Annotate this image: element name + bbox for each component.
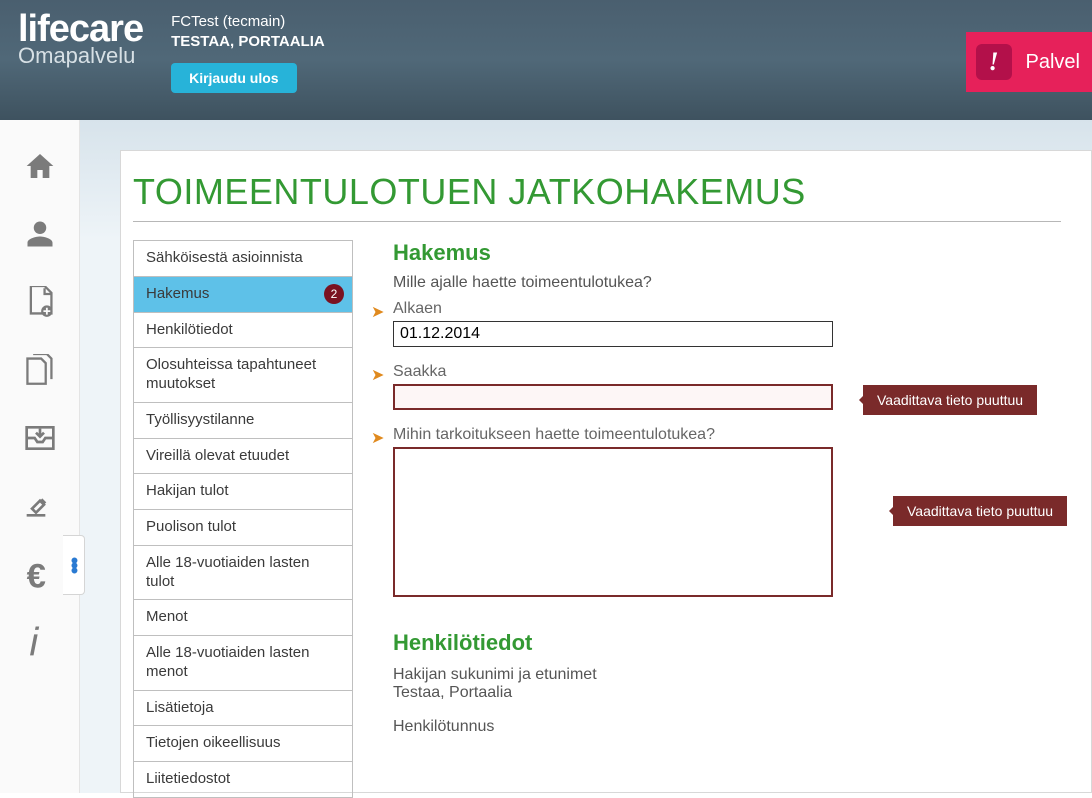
name-label: Hakijan sukunimi ja etunimet	[393, 666, 1091, 684]
ssn-label: Henkilötunnus	[393, 718, 1091, 736]
logo-main: lifecare	[18, 12, 143, 46]
svg-text:€: €	[26, 558, 45, 590]
nav-item-hakemus[interactable]: Hakemus 2	[134, 277, 352, 313]
logo-sub: Omapalvelu	[18, 43, 143, 69]
nav-item-lisatietoja[interactable]: Lisätietoja	[134, 691, 352, 727]
to-label: Saakka	[393, 363, 1091, 381]
content-card: TOIMEENTULOTUEN JATKOHAKEMUS Sähköisestä…	[120, 150, 1092, 793]
alert-box[interactable]: ! Palvel	[966, 32, 1092, 92]
question-period: Mille ajalle haette toimeentulotukea?	[393, 274, 1091, 292]
purpose-label: Mihin tarkoitukseen haette toimeentulotu…	[393, 426, 1091, 444]
nav-item-lasten-tulot[interactable]: Alle 18-vuotiaiden lasten tulot	[134, 546, 352, 601]
nav-item-lasten-menot[interactable]: Alle 18-vuotiaiden lasten menot	[134, 636, 352, 691]
euro-icon[interactable]: €	[22, 556, 58, 592]
main-area: € i ••• TOIMEENTULOTUEN JATKOHAKEMUS Säh…	[0, 120, 1092, 793]
from-input[interactable]	[393, 321, 833, 347]
nav-item-sahkoisesta[interactable]: Sähköisestä asioinnista	[134, 241, 352, 277]
documents-icon[interactable]	[22, 352, 58, 388]
alert-icon: !	[976, 44, 1012, 80]
bullet-icon: ➤	[371, 428, 384, 448]
new-document-icon[interactable]	[22, 284, 58, 320]
content-wrap: TOIMEENTULOTUEN JATKOHAKEMUS Sähköisestä…	[80, 120, 1092, 793]
nav-badge: 2	[324, 284, 344, 304]
purpose-textarea[interactable]	[393, 447, 833, 597]
nav-item-vireilla[interactable]: Vireillä olevat etuudet	[134, 439, 352, 475]
nav-item-puolison-tulot[interactable]: Puolison tulot	[134, 510, 352, 546]
logout-button[interactable]: Kirjaudu ulos	[171, 63, 296, 93]
app-header: lifecare Omapalvelu FCTest (tecmain) TES…	[0, 0, 1092, 120]
icon-rail: € i •••	[0, 120, 80, 793]
error-tooltip-purpose: Vaadittava tieto puuttuu	[893, 496, 1067, 526]
from-label: Alkaen	[393, 300, 1091, 318]
nav-item-menot[interactable]: Menot	[134, 600, 352, 636]
nav-item-tyollisyys[interactable]: Työllisyystilanne	[134, 403, 352, 439]
inbox-icon[interactable]	[22, 420, 58, 456]
nav-item-label: Hakemus	[146, 285, 209, 302]
nav-item-oikeellisuus[interactable]: Tietojen oikeellisuus	[134, 726, 352, 762]
bullet-icon: ➤	[371, 365, 384, 385]
form-area: Hakemus Mille ajalle haette toimeentulot…	[353, 240, 1091, 798]
rail-expand-tab[interactable]: •••	[63, 535, 85, 595]
user-context: FCTest (tecmain)	[171, 12, 325, 32]
person-icon[interactable]	[22, 216, 58, 252]
bullet-icon: ➤	[371, 302, 384, 322]
page-title: TOIMEENTULOTUEN JATKOHAKEMUS	[133, 171, 1061, 222]
user-block: FCTest (tecmain) TESTAA, PORTAALIA Kirja…	[171, 12, 325, 93]
columns: Sähköisestä asioinnista Hakemus 2 Henkil…	[121, 240, 1091, 798]
name-value: Testaa, Portaalia	[393, 684, 1091, 702]
gavel-icon[interactable]	[22, 488, 58, 524]
nav-item-olosuhteet[interactable]: Olosuhteissa tapahtuneet muutokset	[134, 348, 352, 403]
alert-label: Palvel	[1026, 51, 1080, 74]
to-input[interactable]	[393, 384, 833, 410]
info-icon[interactable]: i	[22, 624, 58, 660]
field-purpose: ➤ Mihin tarkoitukseen haette toimeentulo…	[393, 426, 1091, 602]
section-hakemus: Hakemus	[393, 240, 1091, 266]
home-icon[interactable]	[22, 148, 58, 184]
user-name: TESTAA, PORTAALIA	[171, 32, 325, 52]
nav-item-henkilotiedot[interactable]: Henkilötiedot	[134, 313, 352, 349]
nav-item-liitteet[interactable]: Liitetiedostot	[134, 762, 352, 797]
side-nav: Sähköisestä asioinnista Hakemus 2 Henkil…	[133, 240, 353, 798]
field-to: ➤ Saakka Vaadittava tieto puuttuu	[393, 363, 1091, 410]
section-henkilotiedot: Henkilötiedot	[393, 630, 1091, 656]
nav-item-hakijan-tulot[interactable]: Hakijan tulot	[134, 474, 352, 510]
logo-block: lifecare Omapalvelu	[18, 12, 143, 69]
field-from: ➤ Alkaen	[393, 300, 1091, 347]
svg-text:i: i	[29, 626, 39, 658]
error-tooltip-to: Vaadittava tieto puuttuu	[863, 385, 1037, 415]
